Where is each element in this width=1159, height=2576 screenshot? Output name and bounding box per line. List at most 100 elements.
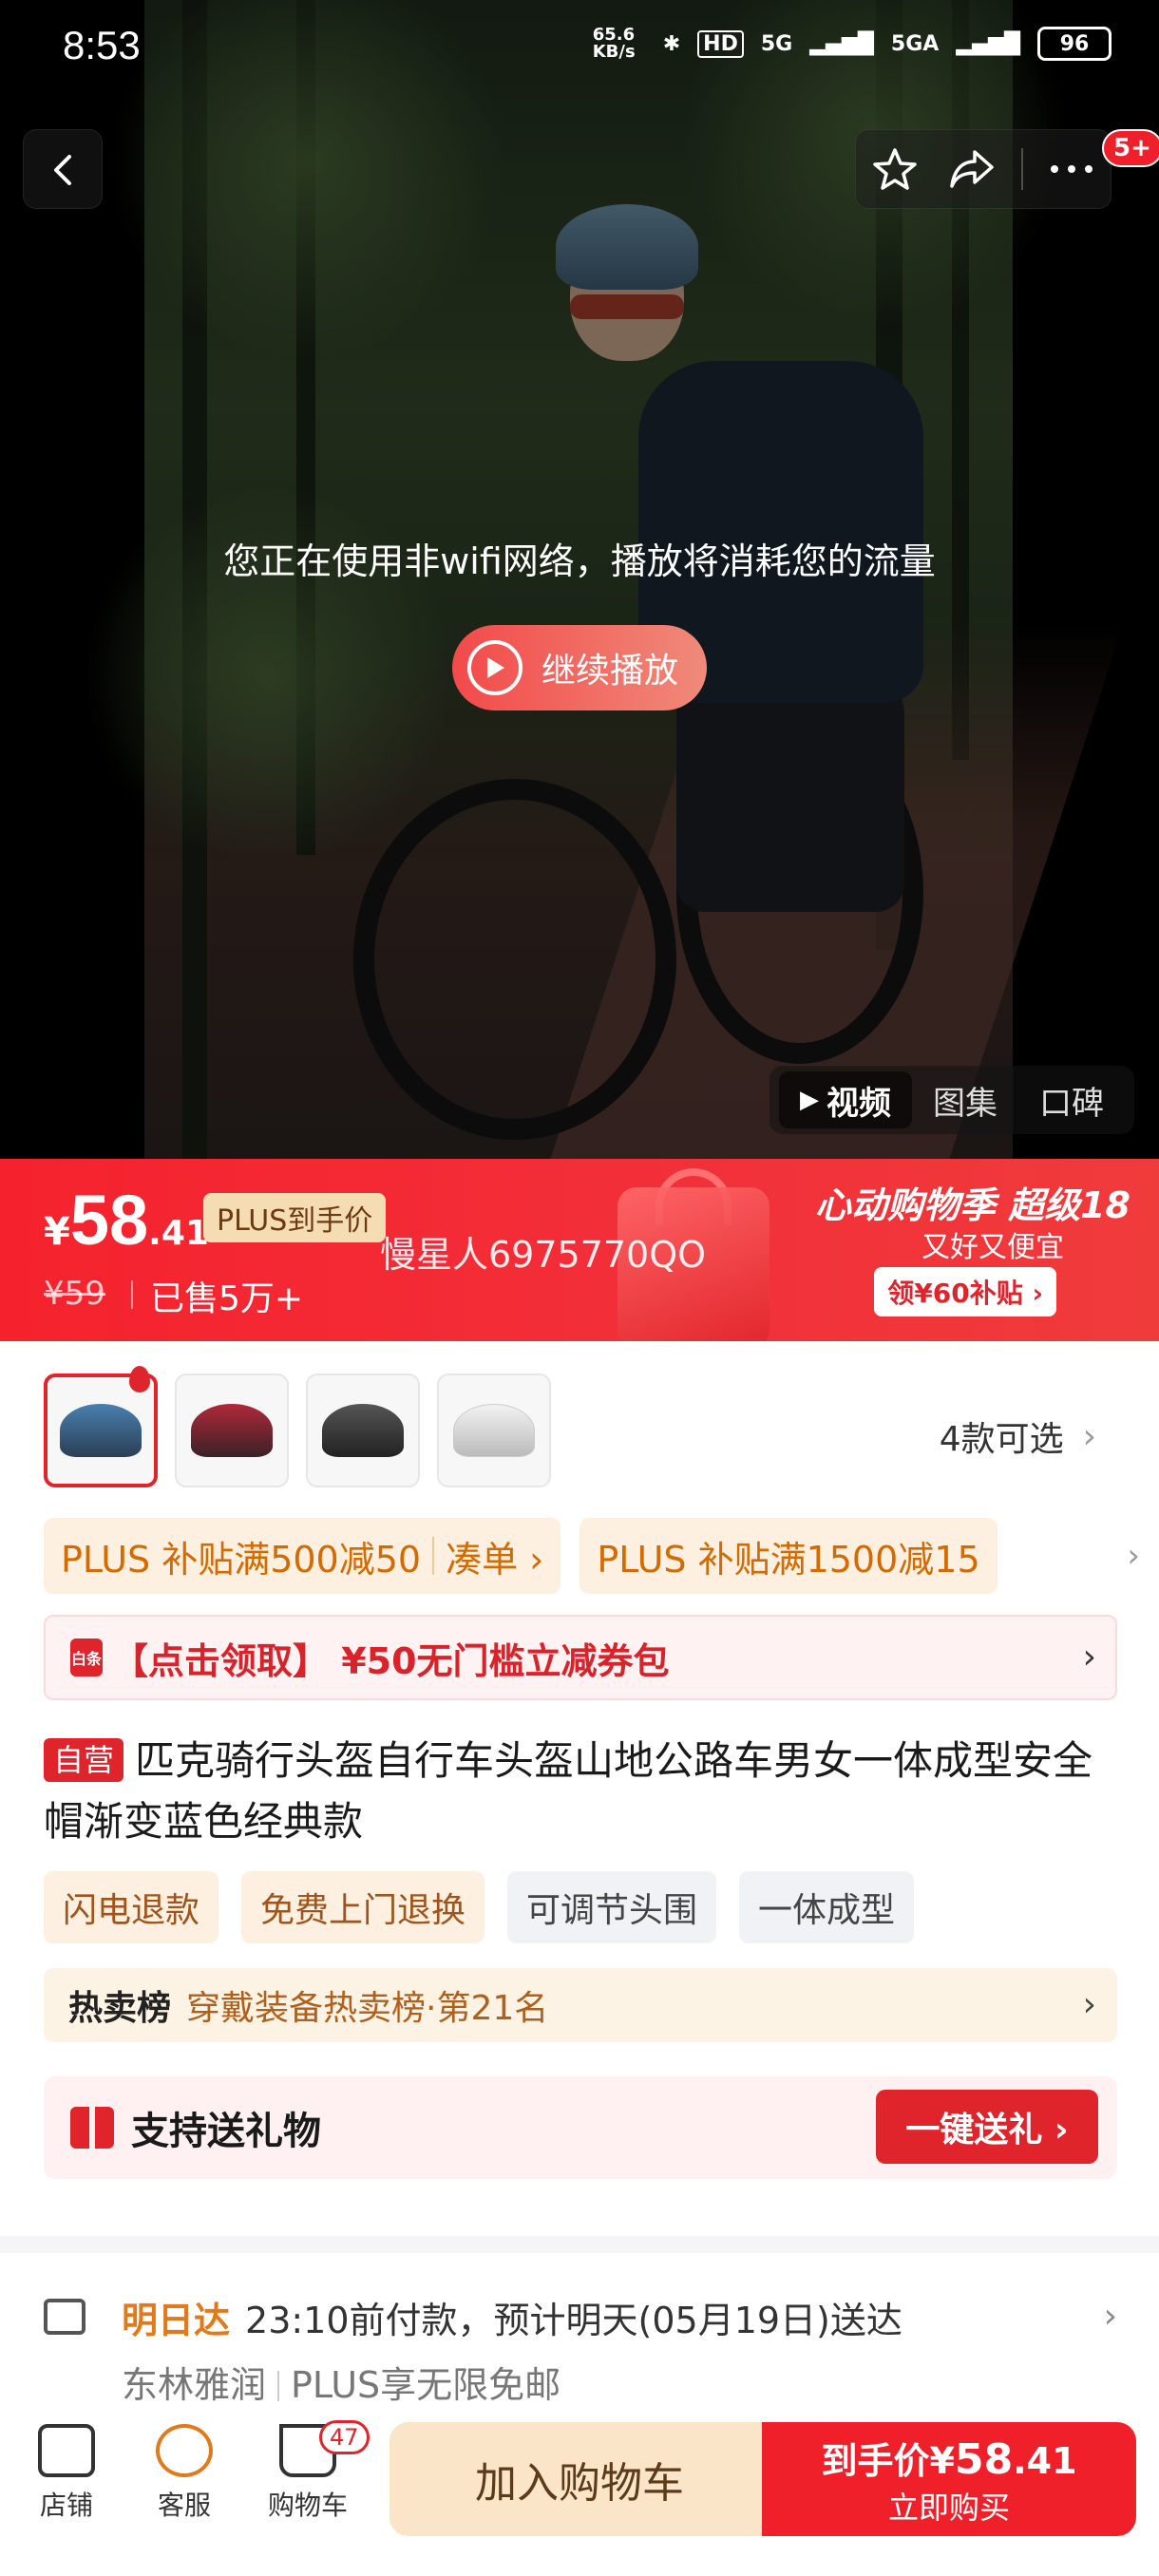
buy-price-line: 到手价¥58.41 bbox=[821, 2432, 1076, 2484]
signal-bars-icon-2: ▂▄▆█ bbox=[956, 31, 1020, 56]
favorite-button[interactable] bbox=[866, 141, 923, 198]
sold-count: 已售5万+ bbox=[150, 1279, 304, 1318]
more-button[interactable] bbox=[1043, 141, 1100, 198]
promo-subtitle: 又好又便宜 bbox=[922, 1231, 1064, 1264]
buy-now-label: 立即购买 bbox=[887, 2489, 1010, 2526]
claim-subsidy-button[interactable]: 领¥60补贴 › bbox=[874, 1267, 1056, 1316]
signal-5g-icon: 5G bbox=[760, 31, 793, 56]
price-divider bbox=[131, 1280, 133, 1309]
service-tags: 闪电退款 免费上门退换 可调节头围 一体成型 bbox=[44, 1871, 915, 1943]
signal-bars-icon: ▂▄▆█ bbox=[809, 31, 874, 56]
continue-play-button[interactable]: 继续播放 bbox=[452, 625, 707, 710]
add-to-cart-button[interactable]: 加入购物车 bbox=[390, 2422, 770, 2536]
signal-5ga-icon: 5GA bbox=[890, 31, 940, 56]
customer-service-icon bbox=[156, 2424, 213, 2477]
rank-text: 穿戴装备热卖榜·第21名 bbox=[186, 1989, 549, 2028]
status-time: 8:53 bbox=[63, 23, 141, 67]
net-speed: 65.6 KB/s bbox=[592, 25, 636, 62]
helmet-red-thumb bbox=[191, 1404, 273, 1457]
product-title: 自营 匹克骑行头盔自行车头盔山地公路车男女一体成型安全帽渐变蓝色经典款 bbox=[44, 1731, 1117, 1852]
next-day-label: 明日达 bbox=[122, 2300, 231, 2341]
delivery-location: 东林雅润 PLUS享无限免邮 bbox=[122, 2356, 560, 2408]
helmet-black-thumb bbox=[322, 1404, 404, 1457]
delivery-divider bbox=[277, 2371, 280, 2401]
header-actions bbox=[855, 129, 1112, 209]
tab-gallery[interactable]: 图集 bbox=[912, 1077, 1018, 1124]
delivery-time-text: 23:10前付款，预计明天(05月19日)送达 bbox=[245, 2300, 902, 2341]
coupon-plus-500[interactable]: PLUS 补贴满500减50 凑单 › bbox=[44, 1518, 561, 1594]
variant-selector: 4款可选 › bbox=[44, 1366, 1117, 1491]
share-button[interactable] bbox=[943, 141, 1000, 198]
user-watermark: 慢星人6975770QO bbox=[380, 1234, 707, 1276]
helmet-white-thumb bbox=[453, 1404, 535, 1457]
buy-price-decimal: .41 bbox=[1013, 2439, 1077, 2482]
tag-adjustable[interactable]: 可调节头围 bbox=[507, 1871, 717, 1943]
send-gift-button[interactable]: 一键送礼 › bbox=[876, 2090, 1098, 2164]
header-divider bbox=[1020, 148, 1023, 190]
network-notice: 您正在使用非wifi网络，播放将消耗您的流量 bbox=[223, 540, 936, 582]
coupon-divider bbox=[432, 1537, 435, 1575]
gift-label: 支持送礼物 bbox=[131, 2110, 321, 2153]
price-decimal: .41 bbox=[148, 1214, 209, 1253]
variant-white[interactable] bbox=[437, 1373, 551, 1487]
play-icon bbox=[467, 640, 522, 695]
delivery-info[interactable]: 明日达 23:10前付款，预计明天(05月19日)送达 东林雅润 PLUS享无限免邮… bbox=[44, 2291, 1117, 2424]
back-button[interactable] bbox=[23, 129, 103, 209]
hot-sale-rank[interactable]: 热卖榜 穿戴装备热卖榜·第21名 › bbox=[44, 1968, 1117, 2042]
message-badge: 5+ bbox=[1102, 129, 1159, 167]
variant-black[interactable] bbox=[306, 1373, 420, 1487]
variant-blue[interactable] bbox=[44, 1366, 158, 1487]
tag-one-piece[interactable]: 一体成型 bbox=[739, 1871, 915, 1943]
price-integer: 58 bbox=[69, 1181, 149, 1260]
chevron-right-icon: › bbox=[1103, 2297, 1117, 2336]
coupon-row: PLUS 补贴满500减50 凑单 › PLUS 补贴满1500减15 bbox=[44, 1518, 1117, 1594]
cart-count-badge: 47 bbox=[319, 2420, 370, 2454]
original-price: ¥59 bbox=[44, 1275, 105, 1313]
baitiao-icon: 白条 bbox=[70, 1638, 103, 1676]
coupon-pack-banner[interactable]: 白条 【点击领取】 ¥50无门槛立减券包 › bbox=[44, 1615, 1117, 1700]
coupon-pack-label: 【点击领取】 ¥50无门槛立减券包 bbox=[112, 1639, 670, 1682]
variant-count-label: 4款可选 bbox=[939, 1420, 1064, 1459]
buy-now-button[interactable]: 到手价¥58.41 立即购买 bbox=[762, 2422, 1136, 2536]
product-video[interactable]: 8:53 65.6 KB/s ✱ HD 5G ▂▄▆█ 5GA ▂▄▆█ 96 bbox=[0, 0, 1159, 1159]
tab-reviews[interactable]: 口碑 bbox=[1018, 1077, 1125, 1124]
truck-icon bbox=[44, 2299, 86, 2335]
section-divider bbox=[0, 2236, 1159, 2253]
gift-icon bbox=[70, 2107, 114, 2149]
tab-video[interactable]: ▶ 视频 bbox=[779, 1071, 912, 1128]
cart-label: 购物车 bbox=[267, 2490, 348, 2521]
product-title-text: 匹克骑行头盔自行车头盔山地公路车男女一体成型安全帽渐变蓝色经典款 bbox=[44, 1737, 1093, 1845]
variant-red[interactable] bbox=[175, 1373, 289, 1487]
coupon-label: PLUS 补贴满1500减15 bbox=[597, 1538, 980, 1581]
battery-icon: 96 bbox=[1037, 27, 1112, 61]
plus-price-tag: PLUS到手价 bbox=[203, 1193, 387, 1242]
chevron-right-icon: › bbox=[1082, 1638, 1096, 1676]
chevron-left-icon bbox=[54, 155, 71, 185]
hd-icon: HD bbox=[697, 29, 744, 58]
variant-count[interactable]: 4款可选 › bbox=[940, 1411, 1096, 1461]
price-banner: ¥ 58 .41 PLUS到手价 慢星人6975770QO ¥59 已售5万+ … bbox=[0, 1159, 1159, 1341]
more-dots-icon bbox=[1051, 165, 1093, 173]
chevron-right-icon: › bbox=[1082, 1985, 1096, 2024]
rank-label: 热卖榜 bbox=[68, 1989, 172, 2028]
service-label: 客服 bbox=[157, 2490, 211, 2521]
store-button[interactable]: 店铺 bbox=[10, 2424, 124, 2523]
customer-service-button[interactable]: 客服 bbox=[127, 2424, 241, 2523]
coupon-more-arrow[interactable]: › bbox=[1127, 1537, 1140, 1575]
bottom-action-bar: 店铺 客服 47 购物车 加入购物车 到手价¥58.41 立即购买 bbox=[0, 2413, 1159, 2576]
gift-support: 支持送礼物 一键送礼 › bbox=[44, 2076, 1117, 2179]
promo-title: 心动购物季 超级18 bbox=[814, 1184, 1130, 1226]
coupon-label: PLUS 补贴满500减50 bbox=[61, 1538, 422, 1581]
delivery-estimate: 明日达 23:10前付款，预计明天(05月19日)送达 bbox=[122, 2291, 902, 2343]
price-currency: ¥ bbox=[44, 1210, 70, 1254]
coupon-action: 凑单 › bbox=[446, 1538, 544, 1581]
buy-price-integer: 58 bbox=[954, 2434, 1014, 2484]
store-icon bbox=[38, 2424, 95, 2477]
current-price: ¥ 58 .41 bbox=[44, 1180, 209, 1260]
cart-button[interactable]: 47 购物车 bbox=[251, 2420, 370, 2523]
play-triangle-icon: ▶ bbox=[800, 1086, 819, 1114]
tag-fast-refund[interactable]: 闪电退款 bbox=[44, 1871, 219, 1943]
share-icon bbox=[950, 150, 994, 188]
coupon-plus-1500[interactable]: PLUS 补贴满1500减15 bbox=[580, 1518, 998, 1594]
tag-free-return[interactable]: 免费上门退换 bbox=[241, 1871, 485, 1943]
